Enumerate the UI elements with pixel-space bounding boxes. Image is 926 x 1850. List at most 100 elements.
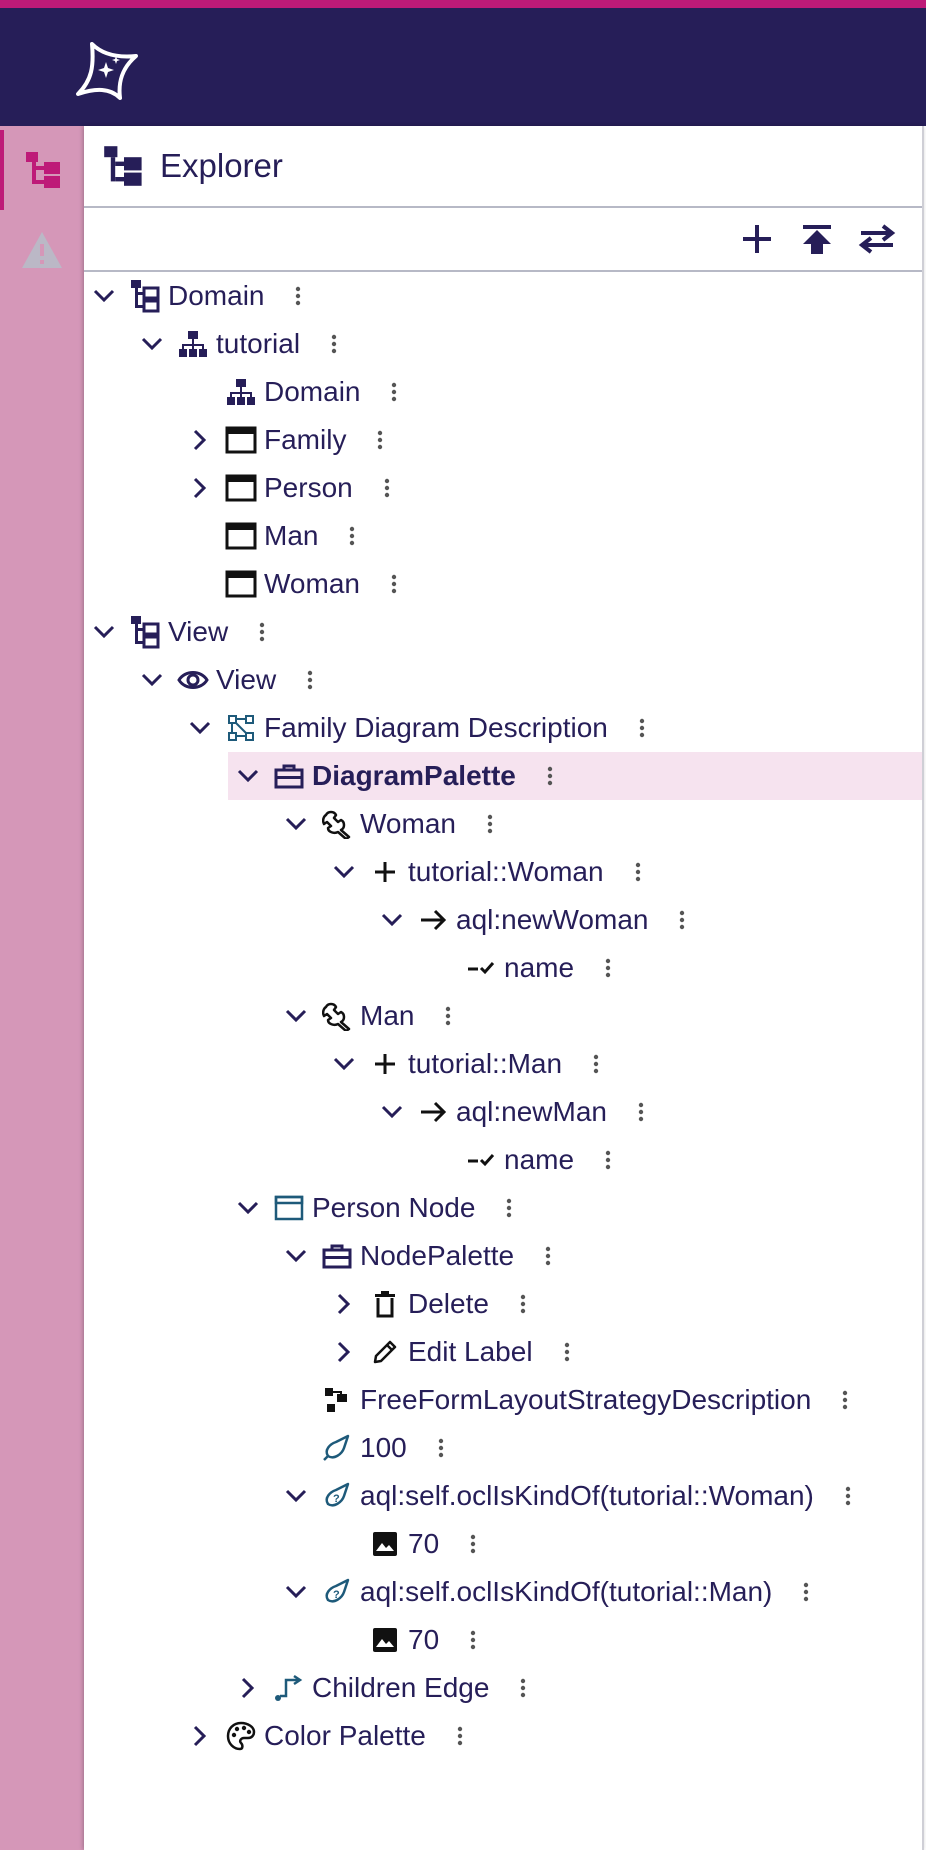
tree-item[interactable]: 100 [276, 1424, 451, 1472]
tree-item[interactable]: tutorial [132, 320, 344, 368]
more-options-icon[interactable] [672, 896, 692, 944]
more-options-icon[interactable] [377, 464, 397, 512]
more-options-icon[interactable] [252, 608, 272, 656]
more-options-icon[interactable] [431, 1424, 451, 1472]
upload-model-button[interactable] [794, 216, 840, 262]
tree-item[interactable]: Domain [84, 272, 308, 320]
tree-item-label: tutorial [216, 328, 301, 359]
tree-item[interactable]: Delete [324, 1280, 533, 1328]
more-options-icon[interactable] [540, 752, 560, 800]
more-options-icon[interactable] [384, 368, 404, 416]
tree-item[interactable]: Woman [276, 800, 500, 848]
diagram-icon [224, 704, 258, 752]
tree-icon [26, 152, 60, 188]
tree-item-label: Man [264, 520, 319, 551]
tree-item[interactable]: Woman [180, 560, 404, 608]
chevron-right-icon[interactable] [324, 1280, 364, 1328]
more-options-icon[interactable] [598, 1136, 618, 1184]
swap-arrows-icon [858, 224, 896, 254]
more-options-icon[interactable] [370, 416, 390, 464]
explorer-title: Explorer [160, 147, 283, 184]
more-options-icon[interactable] [796, 1568, 816, 1616]
more-options-icon[interactable] [324, 320, 344, 368]
chevron-down-icon[interactable] [84, 272, 124, 320]
chevron-down-icon[interactable] [132, 320, 172, 368]
chevron-down-icon[interactable] [180, 704, 220, 752]
chevron-down-icon[interactable] [228, 752, 268, 800]
more-options-icon[interactable] [628, 848, 648, 896]
tree-item[interactable]: tutorial::Woman [324, 848, 648, 896]
tree-item[interactable]: Person [180, 464, 397, 512]
tree-item[interactable]: Man [180, 512, 362, 560]
chevron-down-icon[interactable] [372, 1088, 412, 1136]
more-options-icon[interactable] [513, 1664, 533, 1712]
more-options-icon[interactable] [288, 272, 308, 320]
more-options-icon[interactable] [513, 1280, 533, 1328]
more-options-icon[interactable] [480, 800, 500, 848]
tree-item[interactable]: DiagramPalette [228, 752, 924, 800]
tree-item[interactable]: name [420, 1136, 618, 1184]
tree-item[interactable]: tutorial::Man [324, 1040, 606, 1088]
tree-item[interactable]: Color Palette [180, 1712, 470, 1760]
more-options-icon[interactable] [838, 1472, 858, 1520]
chevron-right-icon[interactable] [228, 1664, 268, 1712]
more-options-icon[interactable] [598, 944, 618, 992]
tree-item[interactable]: 70 [324, 1616, 483, 1664]
tree-item[interactable]: Man [276, 992, 458, 1040]
tree-item[interactable]: Domain [180, 368, 404, 416]
tree-item-label: View [216, 664, 277, 695]
chevron-down-icon[interactable] [276, 1232, 316, 1280]
tree-item[interactable]: 70 [324, 1520, 483, 1568]
chevron-down-icon[interactable] [276, 992, 316, 1040]
tree-item-label: 70 [408, 1528, 440, 1559]
more-options-icon[interactable] [586, 1040, 606, 1088]
more-options-icon[interactable] [632, 704, 652, 752]
rail-validation-button[interactable] [0, 210, 84, 290]
tree-item[interactable]: View [84, 608, 272, 656]
chevron-right-icon[interactable] [324, 1328, 364, 1376]
app-logo-icon[interactable] [70, 32, 142, 104]
chevron-right-icon[interactable] [180, 416, 220, 464]
chevron-right-icon[interactable] [180, 1712, 220, 1760]
chevron-down-icon[interactable] [84, 608, 124, 656]
tree-item[interactable]: Family Diagram Description [180, 704, 652, 752]
toolbox-icon [272, 752, 306, 800]
more-options-icon[interactable] [438, 992, 458, 1040]
chevron-down-icon[interactable] [324, 848, 364, 896]
chevron-down-icon[interactable] [276, 1472, 316, 1520]
more-options-icon[interactable] [463, 1520, 483, 1568]
chevron-down-icon[interactable] [276, 1568, 316, 1616]
chevron-down-icon[interactable] [372, 896, 412, 944]
chevron-down-icon[interactable] [228, 1184, 268, 1232]
chevron-down-icon[interactable] [132, 656, 172, 704]
chevron-right-icon[interactable] [180, 464, 220, 512]
tree-item[interactable]: ? aql:self.oclIsKindOf(tutorial::Man) [276, 1568, 816, 1616]
tree-item[interactable]: View [132, 656, 320, 704]
chevron-down-icon[interactable] [276, 800, 316, 848]
more-options-icon[interactable] [835, 1376, 855, 1424]
tree-item[interactable]: Family [180, 416, 390, 464]
tree-item[interactable]: FreeFormLayoutStrategyDescription [276, 1376, 855, 1424]
tree-item[interactable]: Edit Label [324, 1328, 577, 1376]
more-options-icon[interactable] [631, 1088, 651, 1136]
tree-item[interactable]: ? aql:self.oclIsKindOf(tutorial::Woman) [276, 1472, 858, 1520]
chevron-down-icon[interactable] [324, 1040, 364, 1088]
tree-item[interactable]: name [420, 944, 618, 992]
tree-item[interactable]: aql:newWoman [372, 896, 692, 944]
more-options-icon[interactable] [538, 1232, 558, 1280]
more-options-icon[interactable] [463, 1616, 483, 1664]
synchronize-button[interactable] [854, 216, 900, 262]
more-options-icon[interactable] [300, 656, 320, 704]
tree-item[interactable]: Children Edge [228, 1664, 533, 1712]
new-model-button[interactable] [734, 216, 780, 262]
more-options-icon[interactable] [384, 560, 404, 608]
more-options-icon[interactable] [499, 1184, 519, 1232]
tree-item[interactable]: NodePalette [276, 1232, 558, 1280]
more-options-icon[interactable] [557, 1328, 577, 1376]
tree-item[interactable]: aql:newMan [372, 1088, 651, 1136]
tree-item[interactable]: Person Node [228, 1184, 519, 1232]
more-options-icon[interactable] [342, 512, 362, 560]
more-options-icon[interactable] [450, 1712, 470, 1760]
rail-explorer-button[interactable] [0, 130, 84, 210]
tree-item-label: name [504, 952, 575, 983]
